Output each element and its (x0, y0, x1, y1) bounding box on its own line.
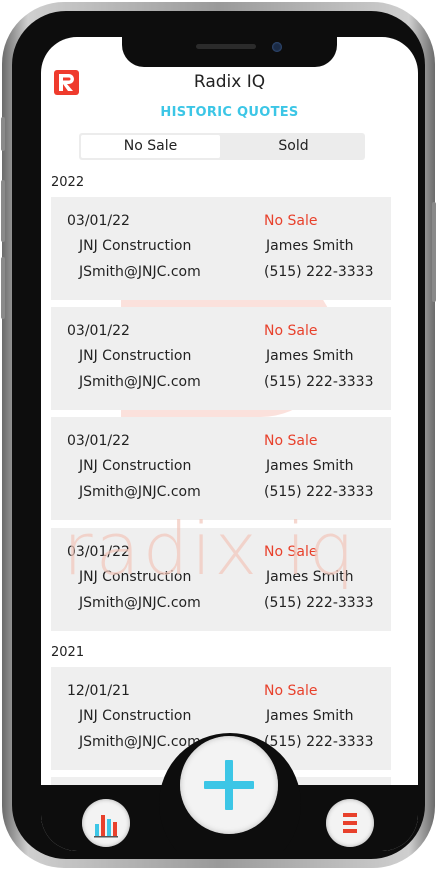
quote-card[interactable]: 03/01/22 No Sale JNJ Construction James … (51, 417, 391, 520)
add-quote-button[interactable] (180, 736, 278, 834)
year-header: 2021 (51, 645, 85, 660)
menu-button[interactable] (326, 799, 374, 847)
quote-email[interactable]: JSmith@JNJC.com (79, 264, 201, 280)
page-title: Radix IQ (193, 72, 266, 92)
quote-date: 03/01/22 (67, 323, 130, 339)
year-header: 2022 (51, 175, 85, 190)
quote-phone[interactable]: (515) 222-3333 (264, 484, 374, 500)
quote-email[interactable]: JSmith@JNJC.com (79, 595, 201, 611)
quote-date: 03/01/22 (67, 433, 130, 449)
sale-filter-segment: No Sale Sold (79, 133, 365, 160)
quote-company: JNJ Construction (79, 348, 192, 364)
bar-chart-icon (94, 815, 118, 838)
quote-phone[interactable]: (515) 222-3333 (264, 374, 374, 390)
quote-phone[interactable]: (515) 222-3333 (264, 595, 374, 611)
power-button (432, 202, 436, 302)
quote-email[interactable]: JSmith@JNJC.com (79, 484, 201, 500)
quote-status: No Sale (264, 213, 318, 229)
app-screen: radix iq Radix IQ HISTORIC QUOTES No Sal… (41, 37, 418, 851)
quote-contact: James Smith (266, 458, 354, 474)
quote-phone[interactable]: (515) 222-3333 (264, 734, 374, 750)
menu-icon (343, 813, 357, 833)
quote-phone[interactable]: (515) 222-3333 (264, 264, 374, 280)
quote-status: No Sale (264, 323, 318, 339)
notch (122, 37, 337, 67)
phone-frame: radix iq Radix IQ HISTORIC QUOTES No Sal… (1, 2, 436, 868)
quote-status: No Sale (264, 683, 318, 699)
quote-status: No Sale (264, 433, 318, 449)
segment-no-sale[interactable]: No Sale (81, 135, 220, 158)
reports-button[interactable] (82, 799, 130, 847)
speaker (196, 44, 256, 49)
segment-sold[interactable]: Sold (222, 133, 365, 160)
mute-switch (1, 117, 5, 151)
quote-contact: James Smith (266, 348, 354, 364)
watermark-text: radix iq (63, 507, 358, 591)
quote-date: 03/01/22 (67, 213, 130, 229)
phone-bezel: radix iq Radix IQ HISTORIC QUOTES No Sal… (12, 11, 425, 859)
quote-card[interactable]: 03/01/22 No Sale JNJ Construction James … (51, 307, 391, 410)
quote-company: JNJ Construction (79, 708, 192, 724)
camera (272, 42, 282, 52)
quote-contact: James Smith (266, 238, 354, 254)
quote-date: 12/01/21 (67, 683, 130, 699)
quote-card[interactable]: 03/01/22 No Sale JNJ Construction James … (51, 197, 391, 300)
volume-up-button (1, 180, 5, 242)
quote-contact: James Smith (266, 708, 354, 724)
page-subtitle: HISTORIC QUOTES (160, 105, 299, 120)
quote-company: JNJ Construction (79, 238, 192, 254)
quote-company: JNJ Construction (79, 458, 192, 474)
plus-icon (204, 760, 254, 810)
quote-email[interactable]: JSmith@JNJC.com (79, 374, 201, 390)
volume-down-button (1, 257, 5, 319)
